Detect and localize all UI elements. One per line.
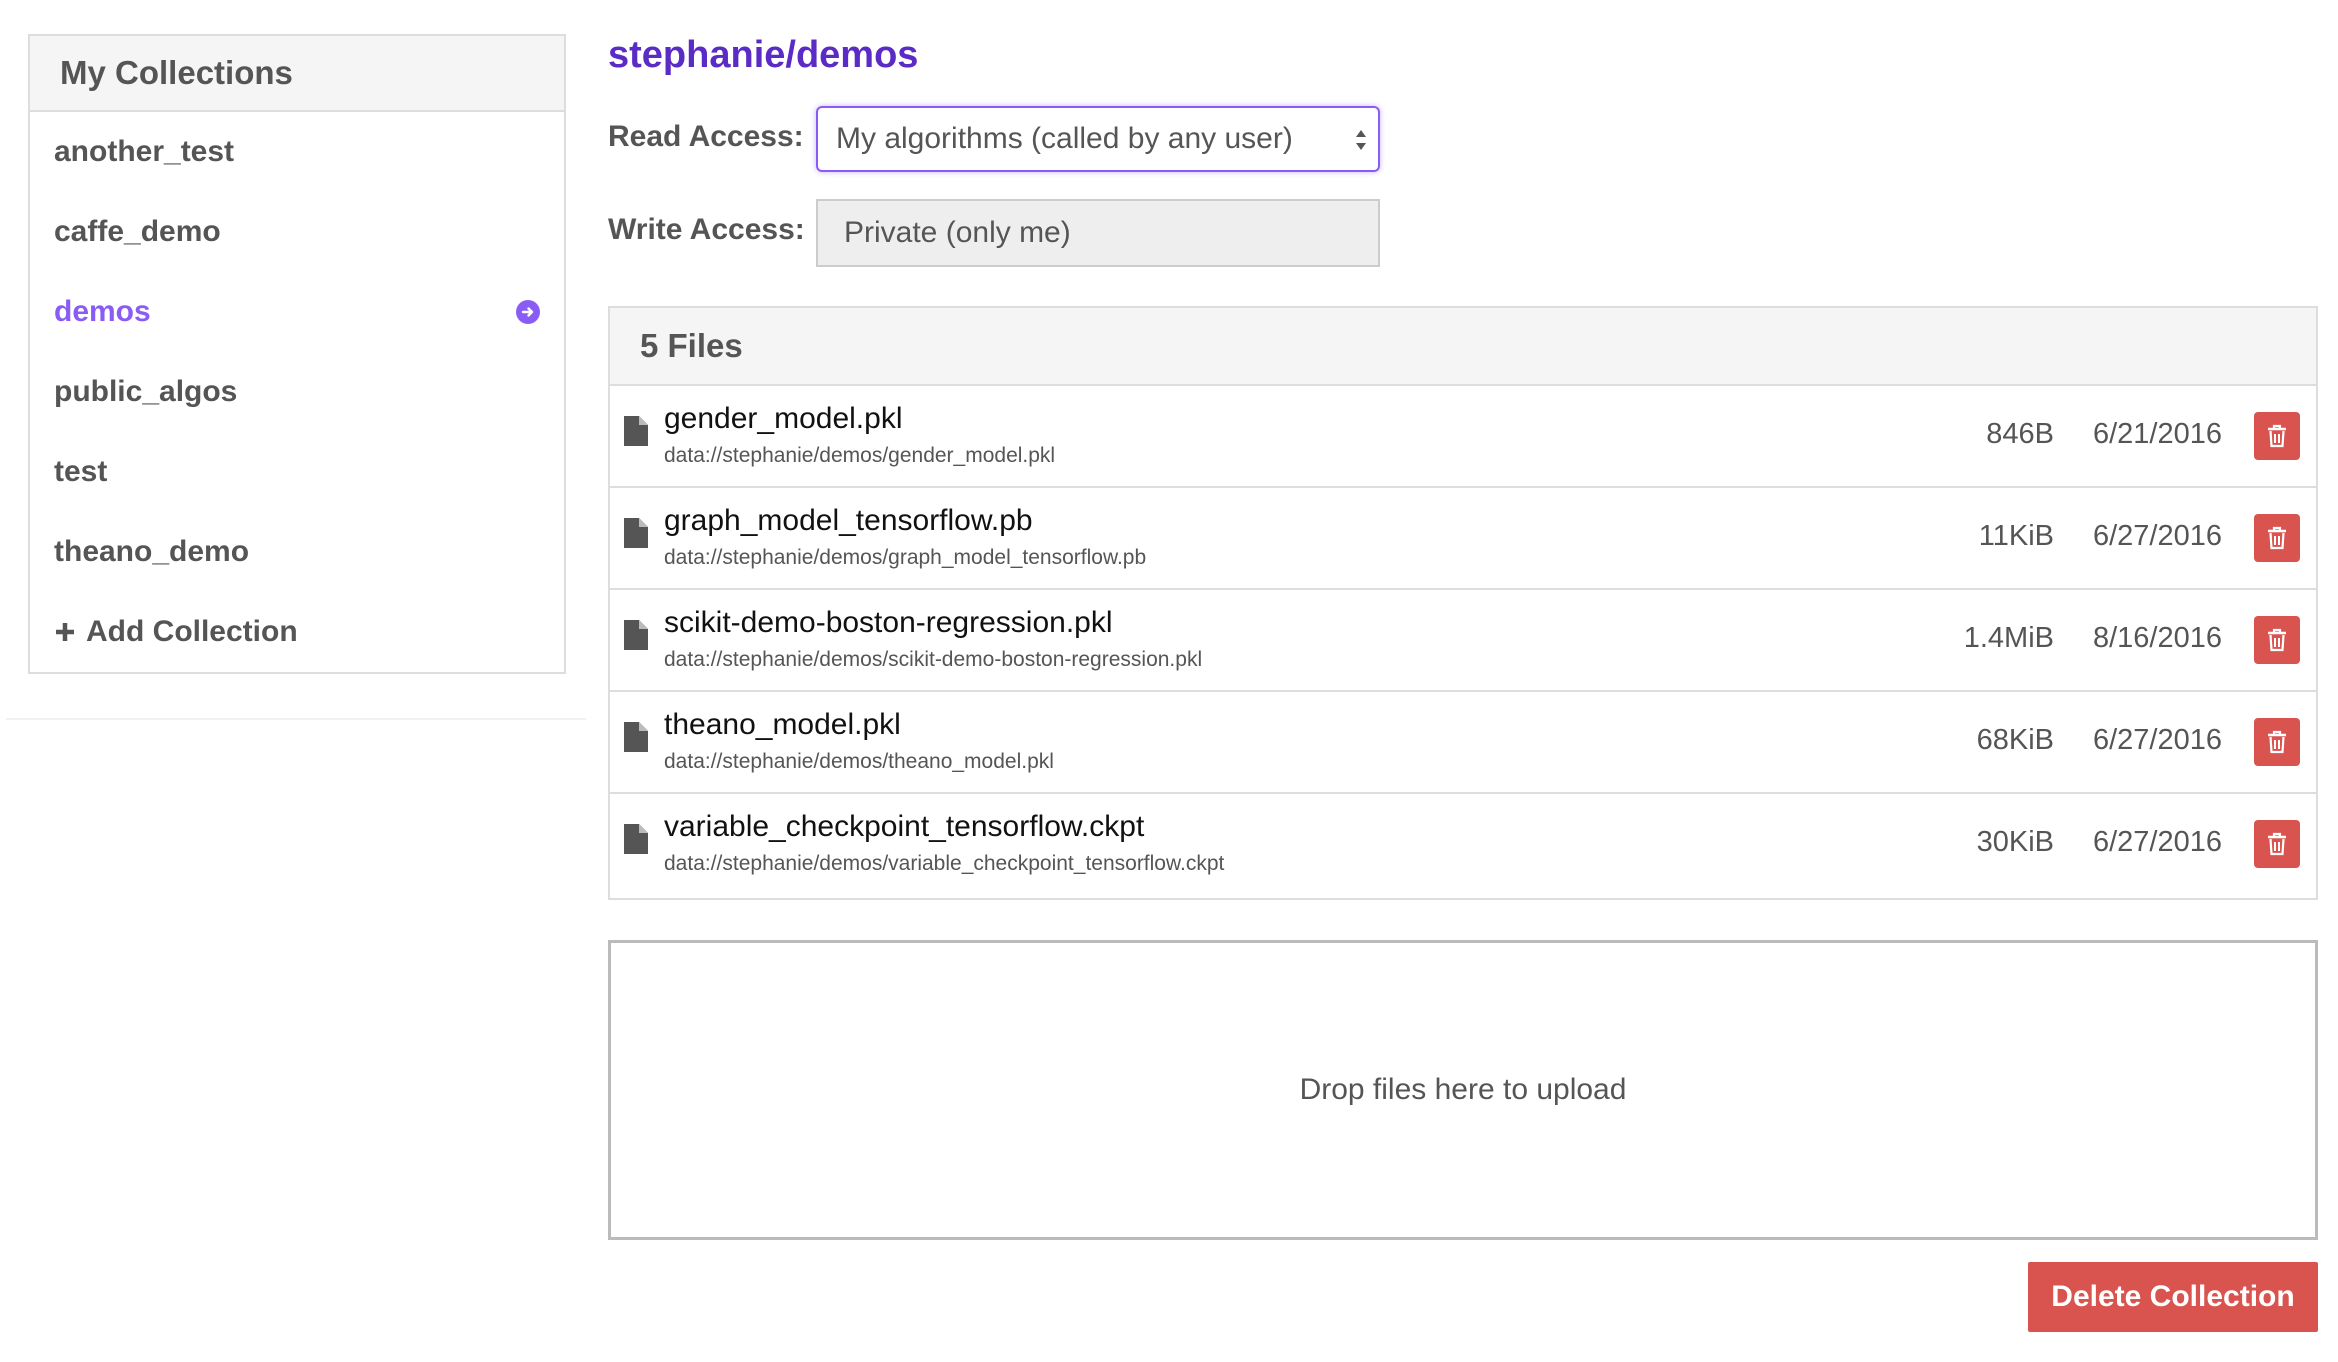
trash-icon [2268, 628, 2286, 652]
sidebar-item-label: demos [54, 295, 151, 328]
read-access-select[interactable]: My algorithms (called by any user) [816, 106, 1380, 172]
file-icon [624, 416, 648, 446]
file-size: 1.4MiB [1963, 622, 2054, 654]
write-access-value: Private (only me) [844, 216, 1071, 249]
delete-file-button[interactable] [2254, 820, 2300, 868]
add-collection-button[interactable]: Add Collection [30, 592, 564, 672]
file-icon [624, 518, 648, 548]
file-path: data://stephanie/demos/graph_model_tenso… [664, 546, 1147, 569]
sidebar-item-public-algos[interactable]: public_algos [30, 352, 564, 432]
file-path: data://stephanie/demos/scikit-demo-bosto… [664, 648, 1203, 671]
file-path: data://stephanie/demos/theano_model.pkl [664, 750, 1054, 773]
trash-icon [2268, 526, 2286, 550]
add-collection-label: Add Collection [86, 615, 298, 648]
delete-file-button[interactable] [2254, 412, 2300, 460]
file-icon [624, 824, 648, 854]
sidebar-item-label: another_test [54, 135, 235, 168]
page: My Collections another_test caffe_demo d… [0, 0, 2338, 1362]
trash-icon [2268, 424, 2286, 448]
sidebar-item-test[interactable]: test [30, 432, 564, 512]
file-path: data://stephanie/demos/variable_checkpoi… [664, 852, 1225, 875]
dropzone-text: Drop files here to upload [1299, 1073, 1627, 1106]
trash-icon [2268, 832, 2286, 856]
delete-collection-button[interactable]: Delete Collection [2028, 1262, 2318, 1332]
file-size: 11KiB [1978, 520, 2054, 552]
file-size: 68KiB [1976, 724, 2054, 756]
delete-file-button[interactable] [2254, 514, 2300, 562]
sidebar-item-theano-demo[interactable]: theano_demo [30, 512, 564, 592]
file-path: data://stephanie/demos/gender_model.pkl [664, 444, 1056, 467]
select-arrows-icon [1356, 130, 1366, 150]
page-title: stephanie/demos [608, 34, 919, 76]
file-row[interactable]: variable_checkpoint_tensorflow.ckpt data… [610, 794, 2316, 896]
file-size: 846B [1986, 418, 2054, 450]
read-access-value: My algorithms (called by any user) [836, 122, 1293, 155]
file-row[interactable]: graph_model_tensorflow.pb data://stephan… [610, 488, 2316, 590]
file-icon [624, 722, 648, 752]
file-name[interactable]: graph_model_tensorflow.pb [664, 504, 1033, 538]
file-date: 6/21/2016 [2092, 418, 2222, 450]
file-size: 30KiB [1976, 826, 2054, 858]
sidebar-item-label: test [54, 455, 108, 488]
file-date: 6/27/2016 [2092, 724, 2222, 756]
trash-icon [2268, 730, 2286, 754]
read-access-label: Read Access: [608, 120, 804, 153]
file-row[interactable]: theano_model.pkl data://stephanie/demos/… [610, 692, 2316, 794]
sidebar-divider [6, 718, 586, 720]
file-date: 6/27/2016 [2092, 826, 2222, 858]
circle-arrow-right-icon [516, 300, 540, 324]
write-access-field: Private (only me) [816, 199, 1380, 267]
sidebar-item-label: theano_demo [54, 535, 250, 568]
sidebar-title: My Collections [30, 36, 564, 112]
file-row[interactable]: gender_model.pkl data://stephanie/demos/… [610, 386, 2316, 488]
sidebar-item-demos[interactable]: demos [30, 272, 564, 352]
sidebar-item-label: public_algos [54, 375, 238, 408]
file-date: 6/27/2016 [2092, 520, 2222, 552]
file-name[interactable]: theano_model.pkl [664, 708, 901, 742]
file-row[interactable]: scikit-demo-boston-regression.pkl data:/… [610, 590, 2316, 692]
plus-icon [54, 615, 76, 649]
file-icon [624, 620, 648, 650]
delete-file-button[interactable] [2254, 718, 2300, 766]
collections-sidebar: My Collections another_test caffe_demo d… [28, 34, 566, 674]
sidebar-item-another-test[interactable]: another_test [30, 112, 564, 192]
file-name[interactable]: gender_model.pkl [664, 402, 903, 436]
upload-dropzone[interactable]: Drop files here to upload [608, 940, 2318, 1240]
delete-file-button[interactable] [2254, 616, 2300, 664]
sidebar-item-caffe-demo[interactable]: caffe_demo [30, 192, 564, 272]
file-name[interactable]: variable_checkpoint_tensorflow.ckpt [664, 810, 1144, 844]
sidebar-item-label: caffe_demo [54, 215, 221, 248]
write-access-label: Write Access: [608, 213, 805, 246]
files-count-header: 5 Files [610, 308, 2316, 386]
file-name[interactable]: scikit-demo-boston-regression.pkl [664, 606, 1113, 640]
file-date: 8/16/2016 [2092, 622, 2222, 654]
files-panel: 5 Files gender_model.pkl data://stephani… [608, 306, 2318, 900]
